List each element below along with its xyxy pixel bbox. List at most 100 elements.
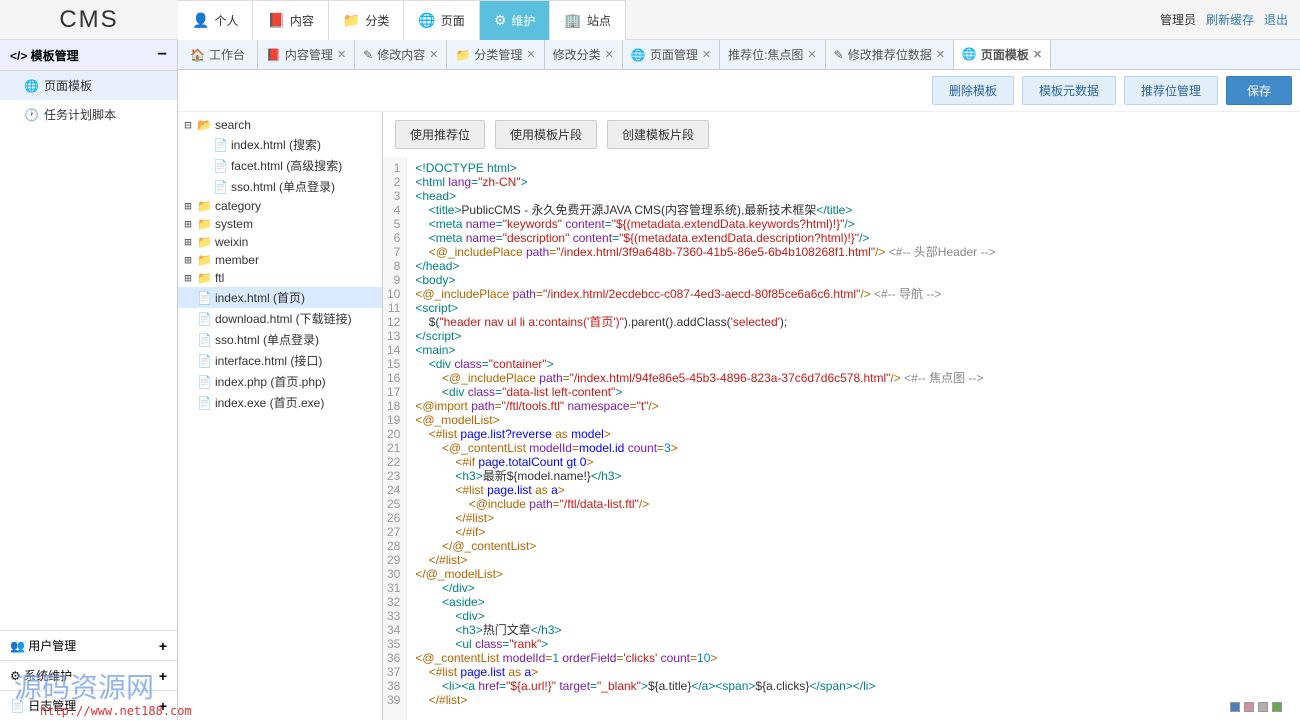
file-icon: 📄 (197, 333, 212, 347)
close-icon[interactable]: ✕ (936, 48, 945, 61)
code-editor[interactable]: 1234567891011121314151617181920212223242… (383, 157, 1300, 720)
tree-row-13[interactable]: 📄index.php (首页.php) (178, 371, 382, 392)
close-icon[interactable]: ✕ (702, 48, 711, 61)
foot-icon: 👥 (10, 639, 25, 653)
tree-row-10[interactable]: 📄download.html (下载链接) (178, 308, 382, 329)
plus-icon[interactable]: + (159, 638, 167, 654)
tree-row-14[interactable]: 📄index.exe (首页.exe) (178, 392, 382, 413)
folder-icon: 📁 (197, 217, 212, 231)
expand-icon[interactable]: ⊞ (182, 235, 194, 249)
tree-row-1[interactable]: 📄index.html (搜索) (178, 134, 382, 155)
tree-row-3[interactable]: 📄sso.html (单点登录) (178, 176, 382, 197)
tab-5[interactable]: 🌐页面管理✕ (623, 40, 720, 69)
color-swatch[interactable] (1258, 702, 1268, 712)
tree-row-0[interactable]: ⊟📂search (178, 116, 382, 134)
file-icon: 📄 (197, 396, 212, 410)
topnav-5[interactable]: 🏢站点 (550, 0, 625, 40)
file-icon: 📄 (197, 375, 212, 389)
sidebar-icon: 🕐 (24, 108, 38, 122)
create-fragment-button[interactable]: 创建模板片段 (607, 120, 709, 149)
file-icon: 📄 (213, 159, 228, 173)
foot-icon: 📄 (10, 699, 25, 713)
file-icon: 📄 (213, 138, 228, 152)
tab-icon: ✎ (363, 48, 373, 62)
delete-template-button[interactable]: 删除模板 (932, 76, 1014, 105)
color-swatch[interactable] (1244, 702, 1254, 712)
save-button[interactable]: 保存 (1226, 76, 1292, 105)
sidebar-foot-1[interactable]: ⚙ 系统维护+ (0, 660, 177, 690)
nav-icon: 📁 (343, 12, 360, 29)
topnav-4[interactable]: ⚙维护 (480, 0, 551, 40)
collapse-icon[interactable]: − (158, 46, 167, 64)
tab-1[interactable]: 📕内容管理✕ (258, 40, 355, 69)
nav-icon: ⚙ (494, 12, 507, 29)
file-icon: 📄 (197, 312, 212, 326)
sidebar-foot-2[interactable]: 📄 日志管理+ (0, 690, 177, 720)
refresh-cache-link[interactable]: 刷新缓存 (1206, 11, 1254, 28)
close-icon[interactable]: ✕ (526, 48, 535, 61)
expand-icon[interactable]: ⊞ (182, 199, 194, 213)
tree-row-6[interactable]: ⊞📁weixin (178, 233, 382, 251)
use-recommend-button[interactable]: 使用推荐位 (395, 120, 485, 149)
tab-0[interactable]: 🏠工作台 (178, 40, 258, 69)
use-fragment-button[interactable]: 使用模板片段 (495, 120, 597, 149)
tab-icon: 📁 (455, 48, 470, 62)
logout-link[interactable]: 退出 (1264, 11, 1288, 28)
tree-row-8[interactable]: ⊞📁ftl (178, 269, 382, 287)
tab-icon: 🌐 (962, 47, 977, 61)
file-icon: 📄 (197, 354, 212, 368)
tab-icon: 🏠 (190, 48, 205, 62)
topnav-0[interactable]: 👤个人 (178, 0, 253, 40)
close-icon[interactable]: ✕ (807, 48, 816, 61)
nav-icon: 🏢 (564, 12, 581, 29)
plus-icon[interactable]: + (159, 698, 167, 714)
tree-row-11[interactable]: 📄sso.html (单点登录) (178, 329, 382, 350)
folder-icon: 📁 (197, 235, 212, 249)
tab-2[interactable]: ✎修改内容✕ (355, 40, 447, 69)
sidebar-icon: 🌐 (24, 79, 38, 93)
folder-icon: 📁 (197, 271, 212, 285)
plus-icon[interactable]: + (159, 668, 167, 684)
tab-8[interactable]: 🌐页面模板✕ (954, 40, 1051, 70)
tab-7[interactable]: ✎修改推荐位数据✕ (826, 40, 954, 69)
tree-row-12[interactable]: 📄interface.html (接口) (178, 350, 382, 371)
topnav-3[interactable]: 🌐页面 (404, 0, 479, 40)
sidebar-head-templates[interactable]: </> 模板管理 − (0, 40, 177, 71)
expand-icon[interactable]: ⊟ (182, 118, 194, 132)
tab-3[interactable]: 📁分类管理✕ (447, 40, 544, 69)
tree-row-4[interactable]: ⊞📁category (178, 197, 382, 215)
sidebar-foot-0[interactable]: 👥 用户管理+ (0, 630, 177, 660)
tree-row-7[interactable]: ⊞📁member (178, 251, 382, 269)
file-icon: 📄 (197, 291, 212, 305)
folder-icon: 📁 (197, 253, 212, 267)
sidebar-item-0[interactable]: 🌐页面模板 (0, 71, 177, 100)
nav-icon: 🌐 (418, 12, 435, 29)
file-icon: 📄 (213, 180, 228, 194)
expand-icon[interactable]: ⊞ (182, 271, 194, 285)
close-icon[interactable]: ✕ (605, 48, 614, 61)
topnav-2[interactable]: 📁分类 (329, 0, 404, 40)
recommend-manage-button[interactable]: 推荐位管理 (1124, 76, 1218, 105)
admin-label: 管理员 (1160, 11, 1196, 28)
tree-row-9[interactable]: 📄index.html (首页) (178, 287, 382, 308)
close-icon[interactable]: ✕ (429, 48, 438, 61)
tab-icon: 📕 (266, 48, 281, 62)
expand-icon[interactable]: ⊞ (182, 217, 194, 231)
nav-icon: 📕 (267, 12, 284, 29)
tree-row-2[interactable]: 📄facet.html (高级搜索) (178, 155, 382, 176)
template-metadata-button[interactable]: 模板元数据 (1022, 76, 1116, 105)
logo: CMS (0, 6, 178, 34)
close-icon[interactable]: ✕ (337, 48, 346, 61)
topnav-1[interactable]: 📕内容 (253, 0, 328, 40)
tab-icon: ✎ (834, 48, 844, 62)
foot-icon: ⚙ (10, 669, 21, 683)
color-swatch[interactable] (1230, 702, 1240, 712)
tab-4[interactable]: 修改分类✕ (545, 40, 623, 69)
tab-6[interactable]: 推荐位:焦点图✕ (720, 40, 826, 69)
expand-icon[interactable]: ⊞ (182, 253, 194, 267)
color-swatch[interactable] (1272, 702, 1282, 712)
close-icon[interactable]: ✕ (1033, 48, 1042, 61)
tree-row-5[interactable]: ⊞📁system (178, 215, 382, 233)
theme-color-picker[interactable] (1230, 702, 1282, 712)
sidebar-item-1[interactable]: 🕐任务计划脚本 (0, 100, 177, 129)
